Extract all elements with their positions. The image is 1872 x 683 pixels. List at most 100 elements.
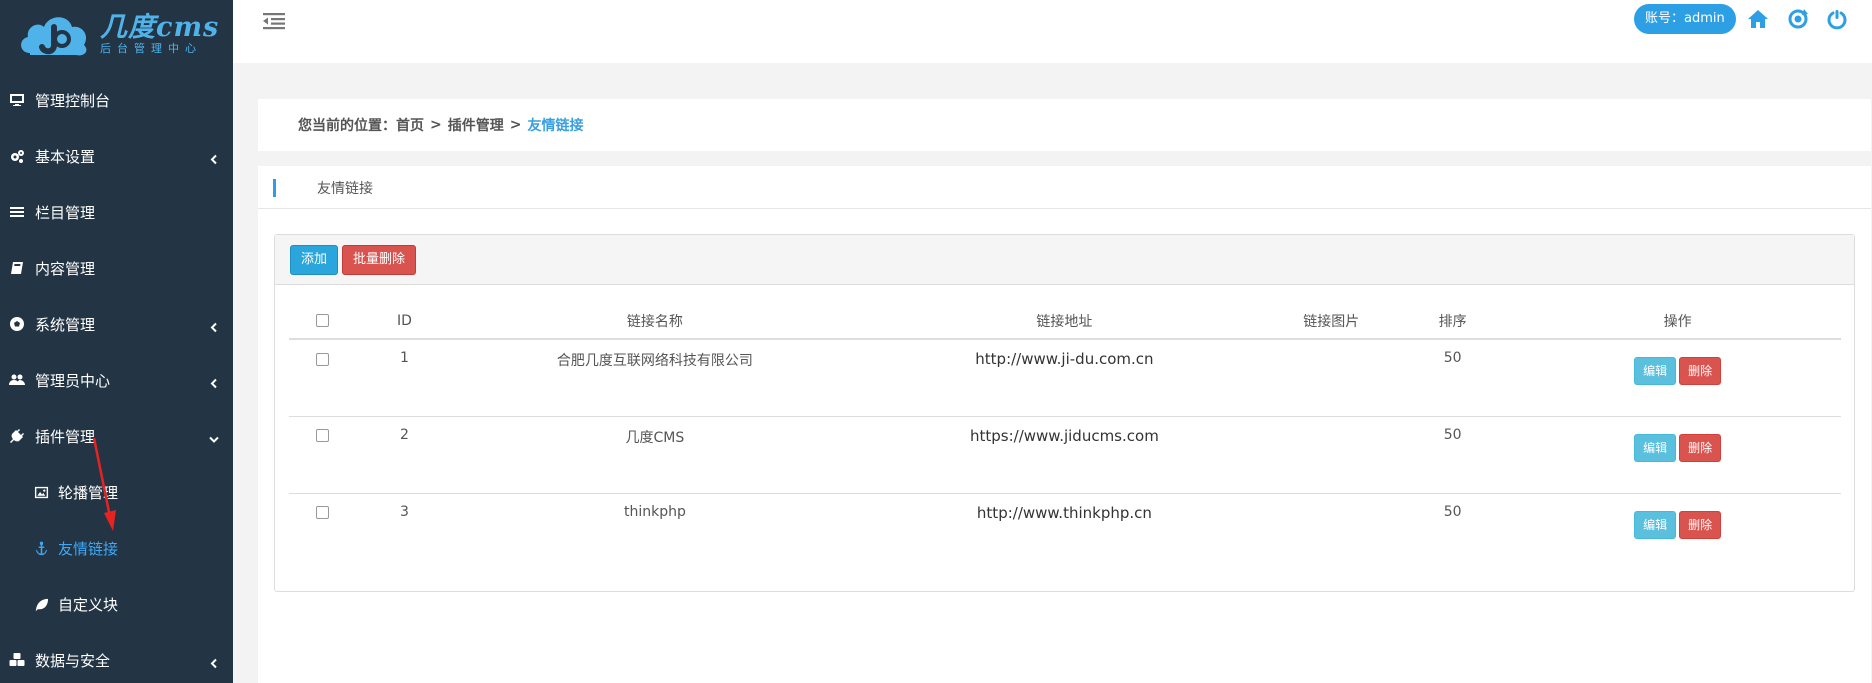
table-row: 2 几度CMS https://www.jiducms.com 50 编辑 删除 — [289, 416, 1841, 494]
column-header-name: 链接名称 — [452, 303, 858, 340]
sidebar-subitem-label: 自定义块 — [58, 595, 119, 614]
cell-sort: 50 — [1391, 339, 1515, 417]
breadcrumb-prefix: 您当前的位置： — [298, 118, 396, 134]
sidebar-menu: 管理控制台 基本设置 栏目管理 内容管理 系统管理 管理员中心 插件管理 轮播管… — [0, 72, 233, 683]
sidebar: 几度cms 后台管理中心 管理控制台 基本设置 栏目管理 内容管理 系统管理 管… — [0, 0, 233, 683]
cell-sort: 50 — [1391, 416, 1515, 494]
edit-button[interactable]: 编辑 — [1634, 433, 1677, 462]
sidebar-item-plugins[interactable]: 插件管理 — [0, 408, 233, 464]
home-icon[interactable] — [1747, 8, 1769, 30]
sidebar-subitem-label: 轮播管理 — [58, 483, 119, 502]
chevron-left-icon — [209, 655, 219, 669]
sidebar-item-admin-center[interactable]: 管理员中心 — [0, 352, 233, 408]
column-header-url: 链接地址 — [857, 303, 1272, 340]
breadcrumb-current: 友情链接 — [527, 118, 584, 134]
cell-image — [1271, 339, 1392, 417]
friend-links-panel: 友情链接 添加 批量删除 ID 链接名称 链接地址 链接图片 排序 操作 1 合… — [258, 166, 1871, 683]
breadcrumb: 您当前的位置： 首页 > 插件管理 > 友情链接 — [258, 99, 1871, 151]
cell-id: 3 — [399, 503, 409, 520]
breadcrumb-separator: > — [430, 117, 442, 133]
cell-name: thinkphp — [623, 503, 686, 520]
sidebar-item-basic-settings[interactable]: 基本设置 — [0, 128, 233, 184]
logo-subtitle: 后台管理中心 — [100, 42, 202, 55]
links-table: ID 链接名称 链接地址 链接图片 排序 操作 1 合肥几度互联网络科技有限公司… — [289, 303, 1841, 570]
users-icon — [8, 371, 26, 389]
column-header-id: ID — [356, 303, 453, 340]
list-icon — [8, 203, 26, 221]
menu-toggle-icon[interactable] — [263, 12, 285, 30]
column-header-ops: 操作 — [1514, 303, 1841, 340]
logo[interactable]: 几度cms 后台管理中心 — [0, 0, 233, 70]
breadcrumb-section[interactable]: 插件管理 — [448, 115, 504, 135]
chevron-left-icon — [209, 151, 219, 165]
sidebar-subitem-friend-links[interactable]: 友情链接 — [0, 520, 233, 576]
soccer-ball-icon — [8, 315, 26, 333]
cell-sort: 50 — [1443, 503, 1462, 520]
account-badge[interactable]: 账号：admin — [1634, 4, 1736, 34]
cell-name: 几度CMS — [452, 416, 858, 494]
cell-url: http://www.thinkphp.cn — [976, 503, 1152, 522]
sidebar-item-label: 栏目管理 — [35, 203, 96, 222]
sidebar-item-data-security[interactable]: 数据与安全 — [0, 632, 233, 683]
cell-image — [1271, 416, 1392, 494]
leaf-icon — [32, 595, 50, 613]
sidebar-subitem-carousel[interactable]: 轮播管理 — [0, 464, 233, 520]
anchor-icon — [32, 539, 50, 557]
edit-button[interactable]: 编辑 — [1634, 510, 1677, 539]
row-checkbox[interactable] — [316, 352, 330, 366]
column-header-image: 链接图片 — [1271, 303, 1392, 340]
breadcrumb-separator: > — [509, 117, 522, 133]
cell-ops: 编辑 删除 — [1514, 493, 1841, 570]
breadcrumb-home[interactable]: 首页 — [396, 115, 424, 135]
chevron-left-icon — [209, 375, 219, 389]
sidebar-item-label: 基本设置 — [35, 147, 96, 166]
cell-url: https://www.jiducms.com — [857, 416, 1272, 494]
topbar: 账号：admin — [233, 0, 1872, 63]
panel-header: 友情链接 — [258, 166, 1871, 209]
row-checkbox[interactable] — [316, 506, 330, 519]
chevron-down-icon — [209, 431, 219, 443]
panel-accent-bar — [273, 179, 276, 197]
delete-button[interactable]: 删除 — [1679, 357, 1722, 385]
main-content: 您当前的位置： 首页 > 插件管理 > 友情链接 友情链接 添加 批量删除 ID… — [233, 63, 1872, 683]
cloud-logo-icon — [21, 17, 87, 56]
refresh-icon[interactable] — [1787, 8, 1809, 30]
add-button[interactable]: 添加 — [290, 244, 339, 275]
plug-icon — [8, 427, 26, 445]
batch-delete-button[interactable]: 批量删除 — [342, 244, 417, 275]
cell-id: 2 — [356, 416, 453, 494]
cell-ops: 编辑 删除 — [1514, 416, 1841, 494]
table-row: 1 合肥几度互联网络科技有限公司 http://www.ji-du.com.cn… — [289, 339, 1841, 417]
power-icon[interactable] — [1826, 8, 1848, 30]
table-toolbar: 添加 批量删除 — [275, 235, 1854, 285]
sidebar-item-label: 管理控制台 — [35, 91, 111, 110]
chevron-left-icon — [209, 319, 219, 333]
cell-id: 1 — [356, 339, 453, 417]
sidebar-item-label: 数据与安全 — [35, 651, 111, 670]
cubes-icon — [8, 651, 26, 669]
select-all-checkbox[interactable] — [316, 314, 330, 327]
sidebar-item-system[interactable]: 系统管理 — [0, 296, 233, 352]
sidebar-item-columns[interactable]: 栏目管理 — [0, 184, 233, 240]
cell-ops: 编辑 删除 — [1514, 339, 1841, 417]
sidebar-item-content[interactable]: 内容管理 — [0, 240, 233, 296]
panel-title: 友情链接 — [317, 181, 373, 197]
gears-icon — [8, 147, 26, 165]
logo-title: 几度cms — [100, 12, 220, 43]
cell-name: 合肥几度互联网络科技有限公司 — [452, 339, 858, 417]
sidebar-subitem-custom-blocks[interactable]: 自定义块 — [0, 576, 233, 632]
image-icon — [32, 483, 50, 501]
row-checkbox[interactable] — [316, 429, 330, 442]
sidebar-item-label: 管理员中心 — [35, 371, 111, 390]
delete-button[interactable]: 删除 — [1679, 510, 1722, 539]
delete-button[interactable]: 删除 — [1679, 433, 1722, 462]
book-icon — [8, 259, 26, 277]
desktop-icon — [8, 91, 26, 109]
sidebar-item-label: 内容管理 — [35, 259, 96, 278]
cell-url: http://www.ji-du.com.cn — [857, 339, 1272, 417]
table-header-row: ID 链接名称 链接地址 链接图片 排序 操作 — [289, 303, 1841, 340]
sidebar-item-dashboard[interactable]: 管理控制台 — [0, 72, 233, 128]
edit-button[interactable]: 编辑 — [1634, 357, 1677, 385]
links-table-box: 添加 批量删除 ID 链接名称 链接地址 链接图片 排序 操作 1 合肥几度互联… — [274, 234, 1855, 592]
column-header-sort: 排序 — [1391, 303, 1515, 340]
